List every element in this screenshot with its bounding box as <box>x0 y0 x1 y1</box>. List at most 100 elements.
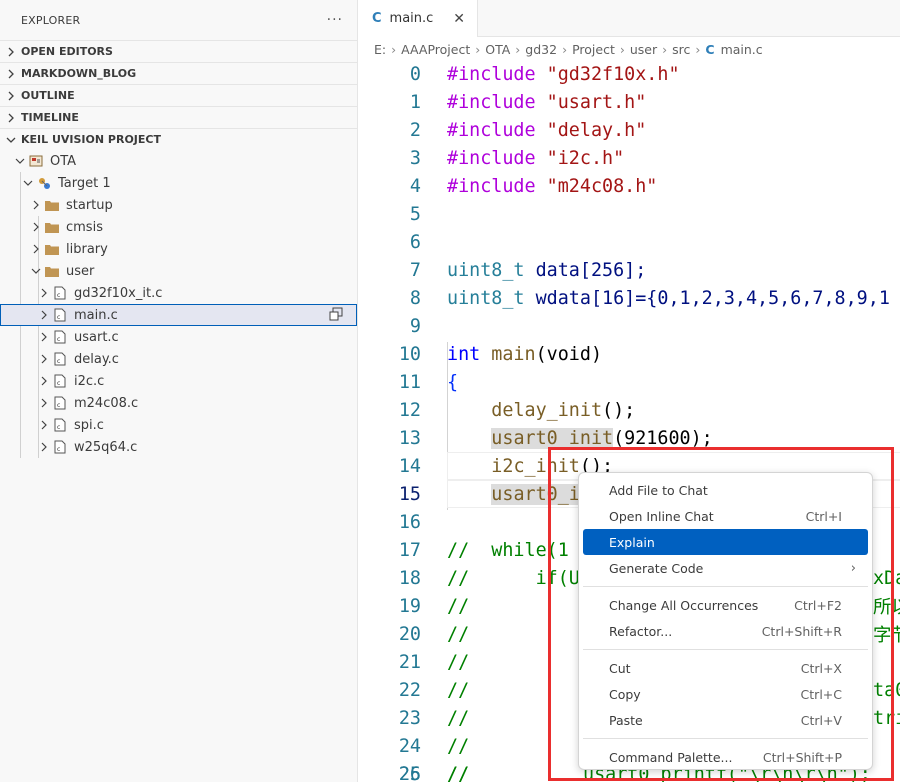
menu-item-explain[interactable]: Explain <box>583 529 868 555</box>
menu-item-open-inline-chat[interactable]: Open Inline Chat Ctrl+I <box>583 503 868 529</box>
line-number: 15 <box>398 483 421 505</box>
svg-text:c: c <box>57 424 60 431</box>
chevron-right-icon <box>36 439 52 455</box>
section-timeline[interactable]: TIMELINE <box>0 106 357 128</box>
section-open-editors[interactable]: OPEN EDITORS <box>0 40 357 62</box>
menu-shortcut: Ctrl+C <box>800 686 842 702</box>
breadcrumb-separator-icon: › <box>562 41 568 57</box>
menu-label: Paste <box>609 712 643 728</box>
chevron-right-icon <box>36 417 52 433</box>
tree-label: library <box>66 241 108 257</box>
breadcrumb-separator-icon: › <box>695 41 701 57</box>
tree-label: delay.c <box>74 351 119 367</box>
menu-item-copy[interactable]: Copy Ctrl+C <box>583 681 868 707</box>
breadcrumb-item[interactable]: Project <box>572 42 615 57</box>
menu-shortcut: Ctrl+Shift+R <box>761 623 842 639</box>
chevron-right-icon <box>0 47 21 57</box>
chevron-right-icon <box>36 351 52 367</box>
chevron-right-icon <box>36 329 52 345</box>
chevron-down-icon <box>20 175 36 191</box>
section-markdown-blog[interactable]: MARKDOWN_BLOG <box>0 62 357 84</box>
tree-file-m24c08-c[interactable]: c m24c08.c <box>0 392 357 414</box>
breadcrumb-separator-icon: › <box>475 41 481 57</box>
close-icon[interactable]: ✕ <box>453 11 465 27</box>
section-label: TIMELINE <box>21 111 79 124</box>
tab-main-c[interactable]: C main.c ✕ <box>358 0 478 37</box>
tree-file-main-c[interactable]: c main.c <box>0 304 357 326</box>
line-number: 20 <box>398 623 421 645</box>
menu-label: Cut <box>609 660 631 676</box>
breadcrumb-item[interactable]: E: <box>374 42 386 57</box>
line-number: 16 <box>398 511 421 533</box>
folder-icon <box>44 241 60 257</box>
svg-text:c: c <box>57 292 60 299</box>
chevron-right-icon <box>0 91 21 101</box>
tree-folder-user[interactable]: user <box>0 260 357 282</box>
menu-shortcut: Ctrl+F2 <box>794 597 842 613</box>
section-outline[interactable]: OUTLINE <box>0 84 357 106</box>
tree-file-i2c-c[interactable]: c i2c.c <box>0 370 357 392</box>
tree-label: user <box>66 263 95 279</box>
menu-item-cut[interactable]: Cut Ctrl+X <box>583 655 868 681</box>
c-file-icon: c <box>52 285 68 301</box>
menu-item-generate-code[interactable]: Generate Code › <box>583 555 868 581</box>
section-keil-uvision-project[interactable]: KEIL UVISION PROJECT <box>0 128 357 150</box>
line-number: 24 <box>398 735 421 757</box>
tree-file-spi-c[interactable]: c spi.c <box>0 414 357 436</box>
line-number: 18 <box>398 567 421 589</box>
chevron-right-icon <box>36 285 52 301</box>
chevron-right-icon <box>28 219 44 235</box>
tree-folder-library[interactable]: library <box>0 238 357 260</box>
menu-label: Generate Code <box>609 560 704 576</box>
line-number: 21 <box>398 651 421 673</box>
breadcrumb-item[interactable]: user <box>630 42 657 57</box>
tree-item-target-1[interactable]: Target 1 <box>0 172 357 194</box>
tree-file-gd32f10x-it[interactable]: c gd32f10x_it.c <box>0 282 357 304</box>
menu-label: Refactor... <box>609 623 673 639</box>
tree-folder-cmsis[interactable]: cmsis <box>0 216 357 238</box>
line-number: 26 <box>398 763 421 782</box>
menu-item-paste[interactable]: Paste Ctrl+V <box>583 707 868 733</box>
comment: // <box>447 679 470 701</box>
line-number: 19 <box>398 595 421 617</box>
c-file-icon: c <box>52 395 68 411</box>
tree-item-project-ota[interactable]: OTA <box>0 150 357 172</box>
tree-label: OTA <box>50 153 77 169</box>
menu-label: Copy <box>609 686 641 702</box>
tree-label: startup <box>66 197 113 213</box>
menu-item-change-all-occurrences[interactable]: Change All Occurrences Ctrl+F2 <box>583 592 868 618</box>
breadcrumb-item[interactable]: gd32 <box>525 42 557 57</box>
menu-separator <box>583 738 868 739</box>
menu-item-add-file-to-chat[interactable]: Add File to Chat <box>583 477 868 503</box>
line-number: 23 <box>398 707 421 729</box>
section-label: KEIL UVISION PROJECT <box>21 133 161 146</box>
breadcrumb-item[interactable]: AAAProject <box>401 42 470 57</box>
tree-label: w25q64.c <box>74 439 138 455</box>
section-label: OPEN EDITORS <box>21 45 113 58</box>
breadcrumb-separator-icon: › <box>391 41 397 57</box>
editor-tab-bar: C main.c ✕ <box>358 0 900 37</box>
tree-file-w25q64-c[interactable]: c w25q64.c <box>0 436 357 458</box>
open-to-side-icon[interactable] <box>329 307 343 325</box>
breadcrumb-file[interactable]: main.c <box>721 42 763 57</box>
tree-file-usart-c[interactable]: c usart.c <box>0 326 357 348</box>
svg-text:c: c <box>57 358 60 365</box>
more-actions-icon[interactable]: ··· <box>327 12 343 28</box>
comment: // <box>447 595 470 617</box>
line-number: 17 <box>398 539 421 561</box>
menu-shortcut: Ctrl+Shift+P <box>762 749 842 765</box>
menu-item-refactor[interactable]: Refactor... Ctrl+Shift+R <box>583 618 868 644</box>
menu-shortcut: Ctrl+V <box>800 712 842 728</box>
chevron-down-icon <box>12 153 28 169</box>
breadcrumb: E: › AAAProject › OTA › gd32 › Project › user… <box>374 40 763 58</box>
breadcrumb-item[interactable]: src <box>672 42 690 57</box>
tree-label: m24c08.c <box>74 395 139 411</box>
folder-icon <box>44 197 60 213</box>
tree-folder-startup[interactable]: startup <box>0 194 357 216</box>
menu-separator <box>583 649 868 650</box>
comment: // <box>447 623 470 645</box>
menu-item-command-palette[interactable]: Command Palette... Ctrl+Shift+P <box>583 744 868 770</box>
tree-file-delay-c[interactable]: c delay.c <box>0 348 357 370</box>
chevron-down-icon <box>28 263 44 279</box>
breadcrumb-item[interactable]: OTA <box>485 42 510 57</box>
